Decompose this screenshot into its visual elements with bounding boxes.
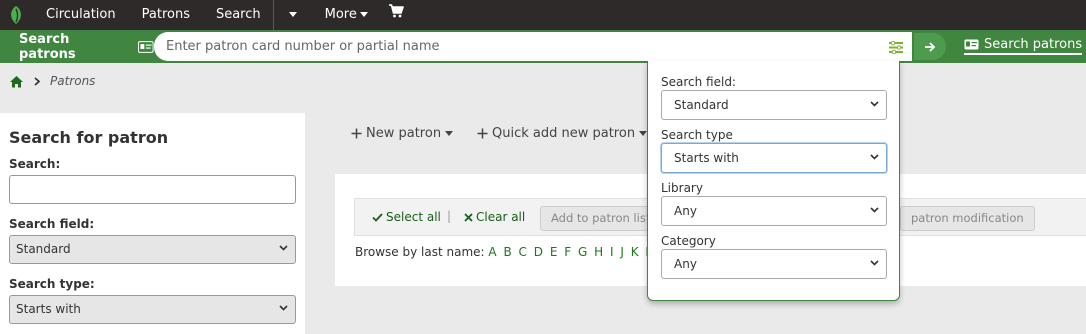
popover-category-value: Any <box>674 257 697 271</box>
browse-letter-a[interactable]: A <box>488 245 496 259</box>
browse-by-last-name: Browse by last name: A B C D E F G H I J… <box>355 245 688 259</box>
add-to-patron-list-button[interactable]: Add to patron list <box>540 206 662 231</box>
browse-letter-h[interactable]: H <box>594 245 603 259</box>
chevron-right-icon <box>34 76 40 86</box>
search-patrons-tab[interactable]: Search patrons <box>0 30 154 63</box>
breadcrumb-current: Patrons <box>50 74 96 88</box>
action-divider: | <box>447 209 452 223</box>
clear-all-label: Clear all <box>476 210 526 224</box>
browse-letter-k[interactable]: K <box>631 245 639 259</box>
nav-search-dropdown-toggle[interactable] <box>276 0 307 30</box>
arrow-right-icon <box>925 41 936 52</box>
popover-library-select[interactable]: Any <box>661 196 887 226</box>
browse-letter-j[interactable]: J <box>620 245 624 259</box>
popover-field-value: Standard <box>674 98 729 112</box>
search-input-wrapper <box>154 32 912 61</box>
plus-icon <box>477 128 488 139</box>
search-options-popover: Search field: Standard Search type Start… <box>647 61 900 301</box>
popover-field-label: Search field: <box>661 75 736 89</box>
browse-letter-i[interactable]: I <box>610 245 614 259</box>
browse-letter-d[interactable]: D <box>534 245 543 259</box>
search-patrons-label: Search patrons <box>19 31 76 62</box>
nav-patrons[interactable]: Patrons <box>132 0 200 30</box>
sidebar-title: Search for patron <box>9 128 169 147</box>
check-icon <box>372 212 383 222</box>
chevron-down-icon <box>870 101 879 107</box>
nav-more[interactable]: More <box>315 0 378 30</box>
chevron-down-icon <box>870 260 879 266</box>
search-type-select[interactable]: Starts with <box>9 295 296 324</box>
browse-letter-e[interactable]: E <box>550 245 558 259</box>
search-field-select[interactable]: Standard <box>9 235 296 264</box>
popover-library-value: Any <box>674 204 697 218</box>
quick-add-label: Quick add new patron <box>492 126 636 141</box>
patron-search-input[interactable] <box>166 32 866 61</box>
search-field-value: Standard <box>16 242 71 256</box>
nav-more-label: More <box>324 7 357 22</box>
search-patrons-link[interactable]: Search patrons <box>964 37 1083 55</box>
clear-all-link[interactable]: Clear all <box>464 210 525 224</box>
nav-circulation[interactable]: Circulation <box>36 0 126 30</box>
browse-label: Browse by last name: <box>355 245 485 259</box>
home-icon[interactable] <box>9 75 24 88</box>
caret-down-icon <box>288 12 297 17</box>
browse-letter-f[interactable]: F <box>564 245 571 259</box>
select-all-link[interactable]: Select all <box>372 210 441 224</box>
select-all-label: Select all <box>386 210 441 224</box>
browse-letter-g[interactable]: G <box>578 245 587 259</box>
popover-type-label: Search type <box>661 128 733 142</box>
chevron-down-icon <box>279 305 288 311</box>
popover-type-value: Starts with <box>674 151 739 165</box>
sidebar-search-input[interactable] <box>9 175 296 204</box>
patron-search-sidebar: Search for patron Search: Search field: … <box>0 113 305 334</box>
id-card-icon <box>138 40 154 53</box>
popover-search-field-select[interactable]: Standard <box>661 90 887 120</box>
nav-divider <box>272 0 274 30</box>
new-patron-label: New patron <box>366 126 442 141</box>
search-options-icon[interactable] <box>887 38 905 56</box>
caret-down-icon <box>445 131 454 136</box>
search-type-value: Starts with <box>16 302 81 316</box>
close-icon <box>464 212 473 222</box>
browse-letter-c[interactable]: C <box>519 245 527 259</box>
search-patrons-link-label: Search patrons <box>984 37 1083 52</box>
cart-icon[interactable] <box>378 0 414 30</box>
search-submit-button[interactable] <box>914 33 946 60</box>
quick-add-patron-button[interactable]: Quick add new patron <box>477 126 648 141</box>
popover-library-label: Library <box>661 181 703 195</box>
patron-search-bar: Search patrons Search patrons <box>0 30 1086 63</box>
browse-letter-b[interactable]: B <box>503 245 511 259</box>
nav-search[interactable]: Search <box>206 0 271 30</box>
id-card-icon <box>964 39 979 50</box>
search-label: Search: <box>9 157 61 171</box>
plus-icon <box>351 128 362 139</box>
search-type-label: Search type: <box>9 277 95 291</box>
chevron-down-icon <box>870 207 879 213</box>
caret-down-icon <box>639 131 648 136</box>
caret-down-icon <box>359 12 368 17</box>
new-patron-button[interactable]: New patron <box>351 126 454 141</box>
popover-category-label: Category <box>661 234 716 248</box>
breadcrumb: Patrons <box>9 74 95 88</box>
top-navbar: Circulation Patrons Search More <box>0 0 1086 30</box>
koha-logo-icon[interactable] <box>2 0 30 30</box>
chevron-down-icon <box>279 245 288 251</box>
patron-modification-button[interactable]: patron modification <box>900 206 1035 231</box>
search-field-label: Search field: <box>9 217 95 231</box>
popover-category-select[interactable]: Any <box>661 249 887 279</box>
chevron-down-icon <box>870 154 879 160</box>
popover-search-type-select[interactable]: Starts with <box>661 143 887 173</box>
